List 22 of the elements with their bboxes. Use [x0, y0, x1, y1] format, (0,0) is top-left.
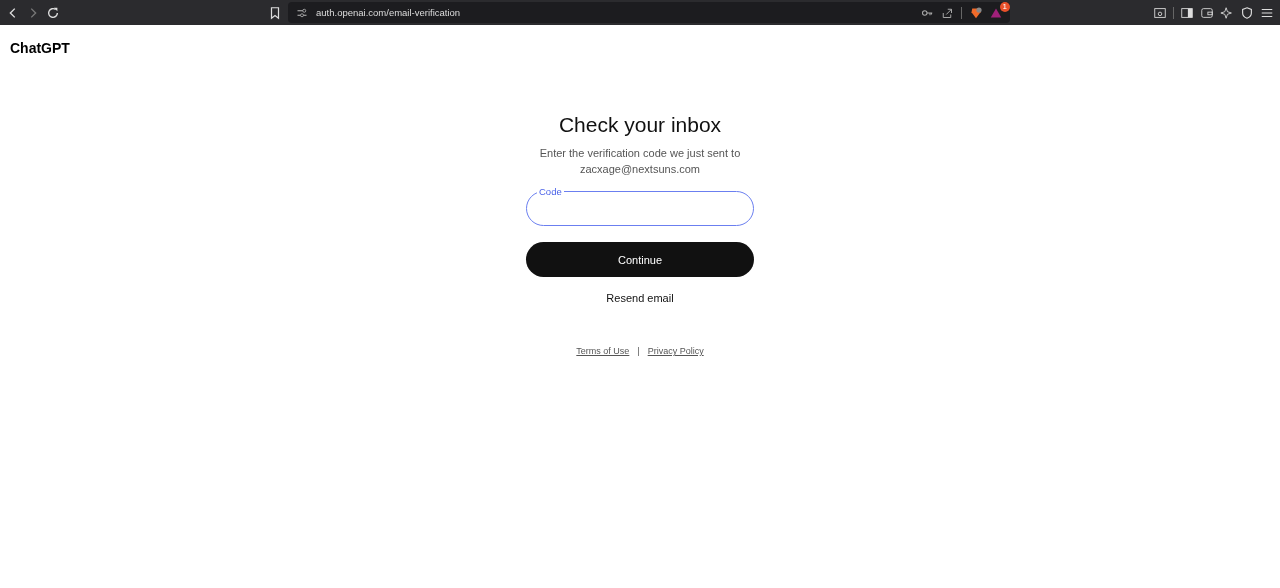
bookmark-icon[interactable]: [268, 5, 282, 20]
page-title: Check your inbox: [558, 113, 722, 137]
separator: |: [637, 346, 640, 356]
footer-link[interactable]: Privacy Policy: [647, 346, 704, 356]
site-settings-icon[interactable]: [296, 6, 308, 19]
reload-icon[interactable]: [46, 5, 60, 20]
url-text: auth.openai.com/email-verification: [316, 7, 461, 18]
email-address: zacxage@nextsuns.com: [580, 162, 700, 177]
instruction-text: Enter the verification code we just sent to: [539, 146, 741, 161]
notification-badge: 1: [999, 1, 1010, 12]
share-icon[interactable]: [941, 6, 953, 19]
continue-button[interactable]: Continue: [526, 242, 754, 277]
sparkle-icon[interactable]: [1220, 5, 1234, 20]
sidebar-icon[interactable]: [1180, 5, 1194, 20]
brand-logo-text: ChatGPT: [10, 40, 70, 56]
footer-link[interactable]: Terms of Use: [576, 346, 630, 356]
wallet-icon[interactable]: [1200, 5, 1214, 20]
shield-icon[interactable]: [1240, 5, 1254, 20]
resend-email-link[interactable]: Resend email: [606, 292, 674, 304]
address-bar[interactable]: auth.openai.com/email-verification 1: [288, 2, 1010, 23]
triangle-icon[interactable]: [990, 6, 1002, 19]
screenshot-icon[interactable]: [1153, 5, 1167, 20]
